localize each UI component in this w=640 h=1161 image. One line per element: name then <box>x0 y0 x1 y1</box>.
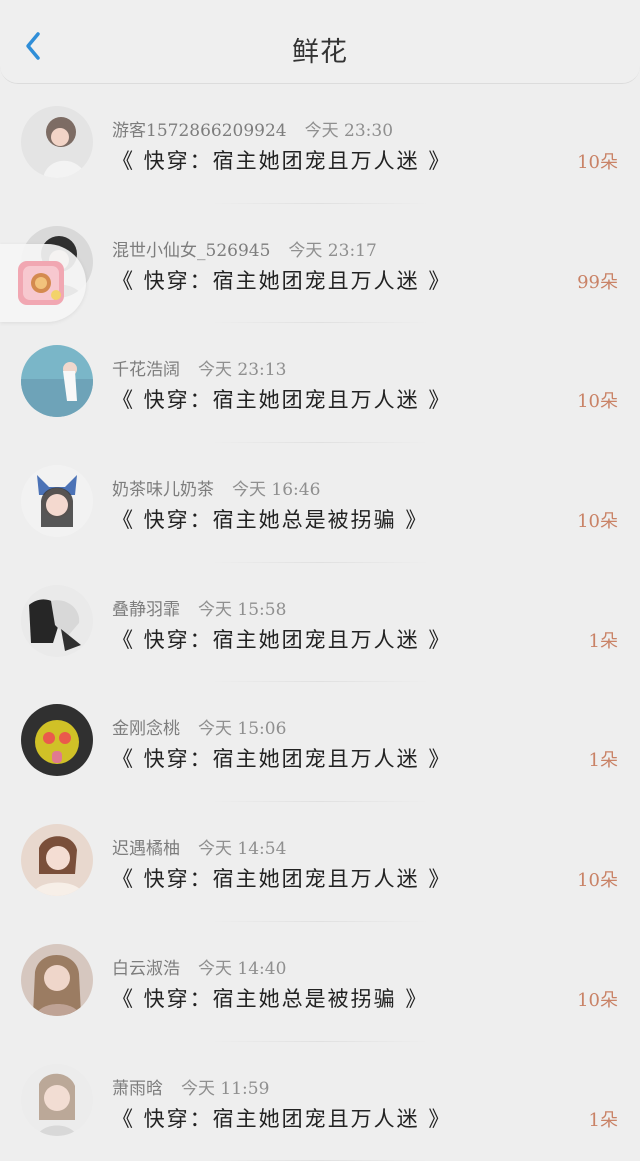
timestamp: 今天 23:13 <box>198 360 286 380</box>
timestamp: 今天 23:17 <box>288 241 376 261</box>
flower-count: 10朵 <box>577 866 618 892</box>
timestamp: 今天 16:46 <box>232 480 320 500</box>
username: 迟遇橘柚 <box>112 839 180 859</box>
floating-gift-button[interactable] <box>0 244 86 322</box>
record-meta: 千花浩阔今天 23:13 <box>112 355 286 380</box>
flower-record-list: 游客1572866209924 今天 23:30 《 快穿：宿主她团宠且万人迷 》… <box>0 84 640 1161</box>
username: 混世小仙女_526945 <box>112 241 270 261</box>
username: 金刚念桃 <box>112 719 180 739</box>
timestamp: 今天 11:59 <box>181 1079 269 1099</box>
record-meta: 迟遇橘柚今天 14:54 <box>112 834 286 859</box>
flower-count: 1朵 <box>589 627 618 653</box>
top-nav-bar: 鲜花 <box>0 0 640 84</box>
timestamp: 今天 15:06 <box>198 719 286 739</box>
book-title: 《 快穿：宿主她团宠且万人迷 》 <box>112 384 451 414</box>
flower-count: 1朵 <box>589 1106 618 1132</box>
username: 千花浩阔 <box>112 360 180 380</box>
avatar[interactable] <box>21 345 93 417</box>
timestamp: 今天 23:30 <box>305 121 393 141</box>
username: 萧雨晗 <box>112 1079 163 1099</box>
flower-count: 10朵 <box>577 148 618 174</box>
flower-count: 99朵 <box>577 268 618 294</box>
username: 游客1572866209924 <box>112 121 287 141</box>
book-title: 《 快穿：宿主她团宠且万人迷 》 <box>112 863 451 893</box>
book-title: 《 快穿：宿主她团宠且万人迷 》 <box>112 265 451 295</box>
record-meta: 白云淑浩今天 14:40 <box>112 954 286 979</box>
list-item[interactable]: 游客1572866209924 今天 23:30 《 快穿：宿主她团宠且万人迷 》… <box>0 84 640 204</box>
list-item[interactable]: 奶茶味儿奶茶今天 16:46 《 快穿：宿主她总是被拐骗 》 10朵 <box>0 443 640 563</box>
book-title: 《 快穿：宿主她团宠且万人迷 》 <box>112 1103 451 1133</box>
gift-badge-icon <box>17 260 65 306</box>
book-title: 《 快穿：宿主她团宠且万人迷 》 <box>112 743 451 773</box>
flower-count: 10朵 <box>577 986 618 1012</box>
book-title: 《 快穿：宿主她总是被拐骗 》 <box>112 504 428 534</box>
book-title: 《 快穿：宿主她团宠且万人迷 》 <box>112 624 451 654</box>
book-title: 《 快穿：宿主她团宠且万人迷 》 <box>112 145 451 175</box>
list-item[interactable]: 千花浩阔今天 23:13 《 快穿：宿主她团宠且万人迷 》 10朵 <box>0 323 640 443</box>
username: 奶茶味儿奶茶 <box>112 480 214 500</box>
page-title: 鲜花 <box>0 30 640 69</box>
avatar[interactable] <box>21 106 93 178</box>
list-item[interactable]: 迟遇橘柚今天 14:54 《 快穿：宿主她团宠且万人迷 》 10朵 <box>0 802 640 922</box>
flower-count: 10朵 <box>577 507 618 533</box>
flower-count: 10朵 <box>577 387 618 413</box>
avatar[interactable] <box>21 585 93 657</box>
list-item[interactable]: 混世小仙女_526945 今天 23:17 《 快穿：宿主她团宠且万人迷 》 99… <box>0 204 640 324</box>
book-title: 《 快穿：宿主她总是被拐骗 》 <box>112 983 428 1013</box>
record-meta: 叠静羽霏今天 15:58 <box>112 595 286 620</box>
timestamp: 今天 14:40 <box>198 959 286 979</box>
list-item[interactable]: 叠静羽霏今天 15:58 《 快穿：宿主她团宠且万人迷 》 1朵 <box>0 563 640 683</box>
record-meta: 混世小仙女_526945 今天 23:17 <box>112 236 377 261</box>
list-item[interactable]: 白云淑浩今天 14:40 《 快穿：宿主她总是被拐骗 》 10朵 <box>0 922 640 1042</box>
list-item[interactable]: 金刚念桃今天 15:06 《 快穿：宿主她团宠且万人迷 》 1朵 <box>0 682 640 802</box>
flower-count: 1朵 <box>589 746 618 772</box>
timestamp: 今天 14:54 <box>198 839 286 859</box>
list-item[interactable]: 萧雨晗今天 11:59 《 快穿：宿主她团宠且万人迷 》 1朵 <box>0 1042 640 1161</box>
avatar[interactable] <box>21 704 93 776</box>
avatar[interactable] <box>21 944 93 1016</box>
avatar[interactable] <box>21 824 93 896</box>
record-meta: 金刚念桃今天 15:06 <box>112 714 286 739</box>
avatar[interactable] <box>21 1064 93 1136</box>
timestamp: 今天 15:58 <box>198 600 286 620</box>
username: 白云淑浩 <box>112 959 180 979</box>
record-meta: 萧雨晗今天 11:59 <box>112 1074 269 1099</box>
avatar[interactable] <box>21 465 93 537</box>
record-meta: 游客1572866209924 今天 23:30 <box>112 116 393 141</box>
record-meta: 奶茶味儿奶茶今天 16:46 <box>112 475 320 500</box>
username: 叠静羽霏 <box>112 600 180 620</box>
